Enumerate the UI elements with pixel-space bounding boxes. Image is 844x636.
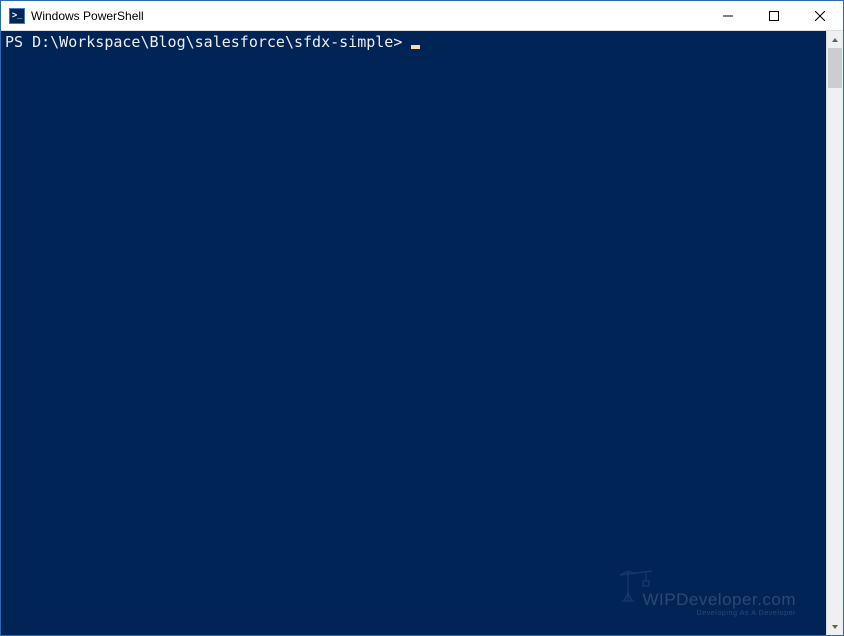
maximize-button[interactable] — [751, 1, 797, 30]
watermark: WIPDeveloper.com Developing As A Develop… — [643, 591, 797, 617]
titlebar[interactable]: >_ Windows PowerShell — [1, 1, 843, 31]
scrollbar-down-button[interactable] — [827, 618, 843, 635]
window-controls — [705, 1, 843, 30]
scrollbar-thumb[interactable] — [828, 48, 842, 88]
powershell-window: >_ Windows PowerShell — [0, 0, 844, 636]
scrollbar-track[interactable] — [827, 48, 843, 618]
watermark-sub: Developing As A Developer — [643, 610, 797, 617]
window-title: Windows PowerShell — [31, 9, 705, 23]
powershell-icon: >_ — [9, 8, 25, 24]
watermark-main: WIPDeveloper.com — [643, 591, 797, 608]
minimize-icon — [723, 11, 733, 21]
close-button[interactable] — [797, 1, 843, 30]
crane-icon — [616, 563, 656, 607]
prompt-text: PS D:\Workspace\Blog\salesforce\sfdx-sim… — [5, 33, 411, 51]
terminal-area: PS D:\Workspace\Blog\salesforce\sfdx-sim… — [1, 31, 843, 635]
close-icon — [815, 11, 825, 21]
scrollbar-up-button[interactable] — [827, 31, 843, 48]
terminal[interactable]: PS D:\Workspace\Blog\salesforce\sfdx-sim… — [1, 31, 826, 635]
scrollbar[interactable] — [826, 31, 843, 635]
maximize-icon — [769, 11, 779, 21]
chevron-down-icon — [831, 623, 839, 631]
cursor — [411, 45, 420, 49]
prompt-line: PS D:\Workspace\Blog\salesforce\sfdx-sim… — [5, 33, 822, 51]
minimize-button[interactable] — [705, 1, 751, 30]
chevron-up-icon — [831, 36, 839, 44]
